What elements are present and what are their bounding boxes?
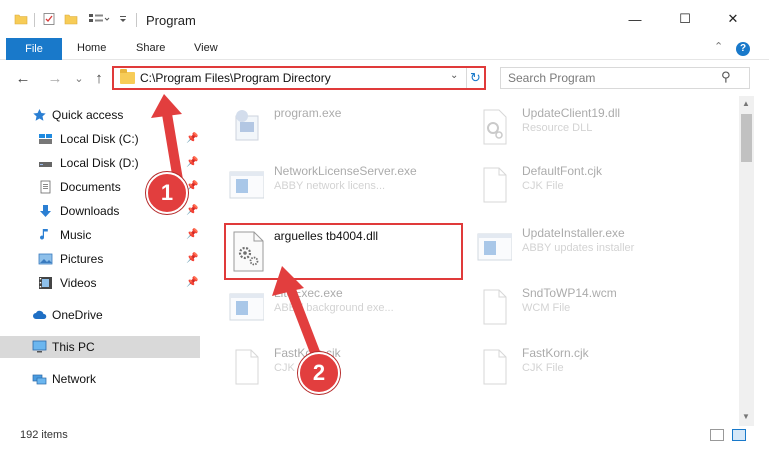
step-1-callout: 1 — [146, 172, 188, 214]
annotation-arrows — [151, 94, 323, 365]
step-2-callout: 2 — [298, 352, 340, 394]
arrow-1 — [151, 94, 183, 185]
arrow-2 — [272, 266, 323, 365]
